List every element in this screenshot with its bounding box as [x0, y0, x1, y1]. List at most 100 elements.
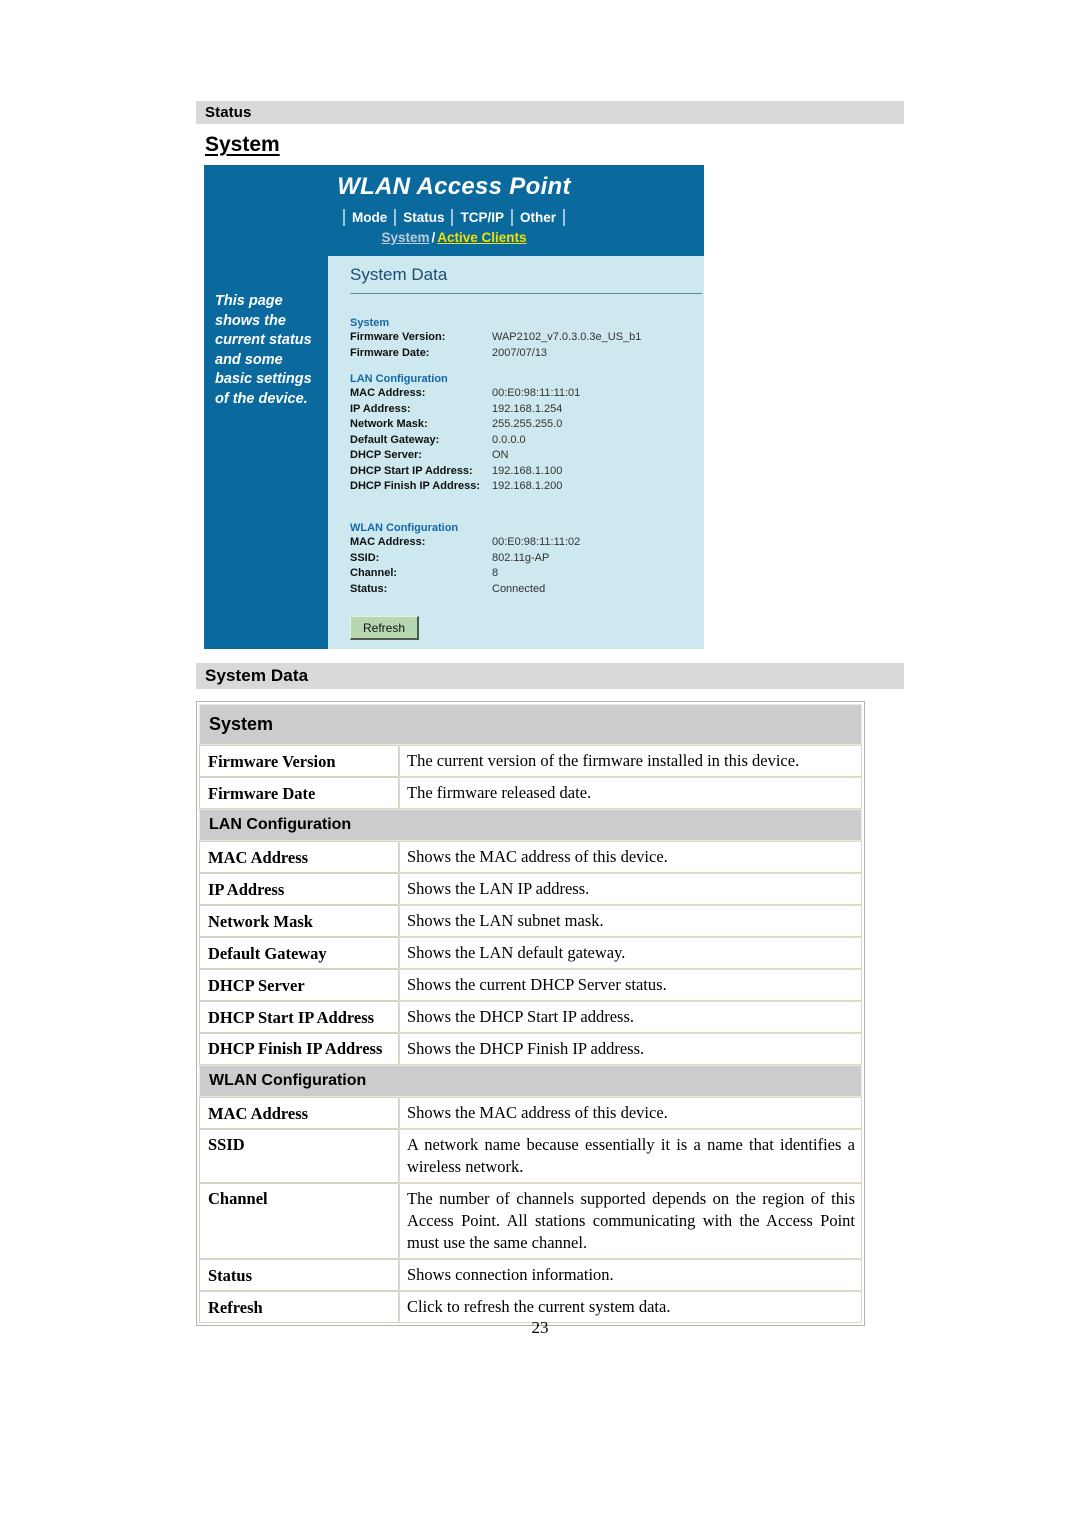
- table-key-ssid: SSID: [199, 1129, 399, 1183]
- device-subnav-active-clients-link[interactable]: Active Clients: [437, 230, 526, 245]
- table-row: DHCP Server Shows the current DHCP Serve…: [199, 969, 862, 1001]
- table-desc-ssid: A network name because essentially it is…: [399, 1129, 862, 1183]
- device-subnav-system-link[interactable]: System: [381, 230, 429, 245]
- device-field-ssid: SSID: 802.11g-AP: [350, 551, 700, 567]
- table-group-label: LAN Configuration: [199, 809, 862, 841]
- device-header-bar: WLAN Access Point Mode Status TCP/IP Oth…: [204, 165, 704, 256]
- device-product-title: WLAN Access Point: [337, 173, 571, 200]
- device-field-value: 192.168.1.254: [492, 402, 563, 415]
- device-field-value: Connected: [492, 582, 546, 595]
- device-field-channel: Channel: 8: [350, 566, 700, 582]
- device-panel-rule: [350, 293, 702, 294]
- device-sidebar-help-text: This page shows the current status and s…: [215, 293, 312, 407]
- table-key-firmware-date: Firmware Date: [199, 777, 399, 809]
- device-field-value: 255.255.255.0: [492, 418, 563, 430]
- table-row: DHCP Finish IP Address Shows the DHCP Fi…: [199, 1033, 862, 1065]
- device-group-system: System Firmware Version: WAP2102_v7.0.3.…: [350, 317, 700, 361]
- device-tab-other[interactable]: Other: [511, 209, 566, 226]
- device-field-firmware-version: Firmware Version: WAP2102_v7.0.3.0.3e_US…: [350, 330, 700, 346]
- table-row: DHCP Start IP Address Shows the DHCP Sta…: [199, 1001, 862, 1033]
- table-row: Network Mask Shows the LAN subnet mask.: [199, 905, 862, 937]
- table-key-wlan-mac-address: MAC Address: [199, 1097, 399, 1129]
- table-desc-network-mask: Shows the LAN subnet mask.: [399, 905, 862, 937]
- device-field-label: DHCP Finish IP Address:: [350, 480, 480, 492]
- table-group-label: System: [199, 704, 862, 745]
- table-desc-dhcp-server: Shows the current DHCP Server status.: [399, 969, 862, 1001]
- table-key-firmware-version: Firmware Version: [199, 745, 399, 777]
- device-field-lan-mac: MAC Address: 00:E0:98:11:11:01: [350, 386, 700, 402]
- system-data-section-band: System Data: [196, 663, 904, 689]
- table-desc-default-gateway: Shows the LAN default gateway.: [399, 937, 862, 969]
- table-desc-lan-mac-address: Shows the MAC address of this device.: [399, 841, 862, 873]
- table-desc-wlan-status: Shows connection information.: [399, 1259, 862, 1291]
- table-desc-firmware-version: The current version of the firmware inst…: [399, 745, 862, 777]
- device-field-value: 8: [492, 567, 499, 579]
- device-field-label: Status:: [350, 582, 388, 595]
- device-field-dhcp-start-ip: DHCP Start IP Address: 192.168.1.100: [350, 464, 700, 480]
- device-panel-title: System Data: [350, 265, 448, 284]
- device-tab-tcpip[interactable]: TCP/IP: [451, 209, 511, 226]
- table-row: Channel The number of channels supported…: [199, 1183, 862, 1259]
- table-key-dhcp-start-ip-address: DHCP Start IP Address: [199, 1001, 399, 1033]
- device-group-system-title: System: [350, 317, 390, 329]
- table-row: Default Gateway Shows the LAN default ga…: [199, 937, 862, 969]
- status-section-band: Status: [196, 101, 904, 124]
- device-group-lan-title: LAN Configuration: [350, 373, 448, 385]
- device-ui-screenshot: WLAN Access Point Mode Status TCP/IP Oth…: [204, 165, 704, 649]
- table-key-wlan-status: Status: [199, 1259, 399, 1291]
- table-key-dhcp-server: DHCP Server: [199, 969, 399, 1001]
- device-field-value: 2007/07/13: [492, 346, 548, 359]
- device-content-panel: System Data System Firmware Version: WAP…: [328, 256, 704, 649]
- table-desc-firmware-date: The firmware released date.: [399, 777, 862, 809]
- device-field-value: 00:E0:98:11:11:01: [492, 387, 581, 399]
- table-desc-channel: The number of channels supported depends…: [399, 1183, 862, 1259]
- device-refresh-button[interactable]: Refresh: [350, 616, 419, 640]
- status-section-label: Status: [205, 104, 252, 121]
- table-desc-dhcp-finish-ip-address: Shows the DHCP Finish IP address.: [399, 1033, 862, 1065]
- table-group-row-system: System: [199, 704, 862, 745]
- device-field-default-gateway: Default Gateway: 0.0.0.0: [350, 433, 700, 449]
- table-row: Status Shows connection information.: [199, 1259, 862, 1291]
- device-field-value: 0.0.0.0: [492, 433, 526, 446]
- device-tab-bar: Mode Status TCP/IP Other: [204, 209, 704, 226]
- system-data-description-table: System Firmware Version The current vers…: [196, 701, 865, 1326]
- device-field-network-mask: Network Mask: 255.255.255.0: [350, 417, 700, 433]
- table-desc-dhcp-start-ip-address: Shows the DHCP Start IP address.: [399, 1001, 862, 1033]
- table-key-dhcp-finish-ip-address: DHCP Finish IP Address: [199, 1033, 399, 1065]
- table-key-channel: Channel: [199, 1183, 399, 1259]
- table-row: Firmware Date The firmware released date…: [199, 777, 862, 809]
- device-tab-status[interactable]: Status: [394, 209, 451, 226]
- device-field-label: Firmware Version:: [350, 331, 446, 343]
- table-group-label: WLAN Configuration: [199, 1065, 862, 1097]
- system-subsection-heading: System: [205, 133, 280, 156]
- device-field-value: 00:E0:98:11:11:02: [492, 536, 581, 548]
- device-field-value: 192.168.1.100: [492, 464, 563, 477]
- device-field-label: Channel:: [350, 567, 398, 579]
- table-desc-ip-address: Shows the LAN IP address.: [399, 873, 862, 905]
- table-row: SSID A network name because essentially …: [199, 1129, 862, 1183]
- device-field-wlan-status: Status: Connected: [350, 582, 700, 598]
- device-field-value: 192.168.1.200: [492, 480, 563, 492]
- device-group-lan: LAN Configuration MAC Address: 00:E0:98:…: [350, 373, 700, 495]
- device-group-wlan-title: WLAN Configuration: [350, 522, 459, 534]
- table-row: Firmware Version The current version of …: [199, 745, 862, 777]
- device-field-label: Network Mask:: [350, 418, 428, 430]
- table-group-row-lan: LAN Configuration: [199, 809, 862, 841]
- device-field-label: SSID:: [350, 551, 380, 564]
- table-desc-wlan-mac-address: Shows the MAC address of this device.: [399, 1097, 862, 1129]
- table-group-row-wlan: WLAN Configuration: [199, 1065, 862, 1097]
- table-key-lan-mac-address: MAC Address: [199, 841, 399, 873]
- table-row: MAC Address Shows the MAC address of thi…: [199, 1097, 862, 1129]
- page-number: 23: [531, 1318, 549, 1337]
- device-field-label: MAC Address:: [350, 536, 426, 548]
- device-field-wlan-mac: MAC Address: 00:E0:98:11:11:02: [350, 535, 700, 551]
- device-tab-mode[interactable]: Mode: [342, 209, 394, 226]
- device-field-label: Firmware Date:: [350, 346, 430, 359]
- device-field-label: Default Gateway:: [350, 433, 440, 446]
- device-field-value: WAP2102_v7.0.3.0.3e_US_b1: [492, 331, 642, 343]
- device-field-lan-ip: IP Address: 192.168.1.254: [350, 402, 700, 418]
- table-row: MAC Address Shows the MAC address of thi…: [199, 841, 862, 873]
- table-key-ip-address: IP Address: [199, 873, 399, 905]
- device-field-label: DHCP Start IP Address:: [350, 464, 473, 477]
- device-field-label: DHCP Server:: [350, 449, 422, 461]
